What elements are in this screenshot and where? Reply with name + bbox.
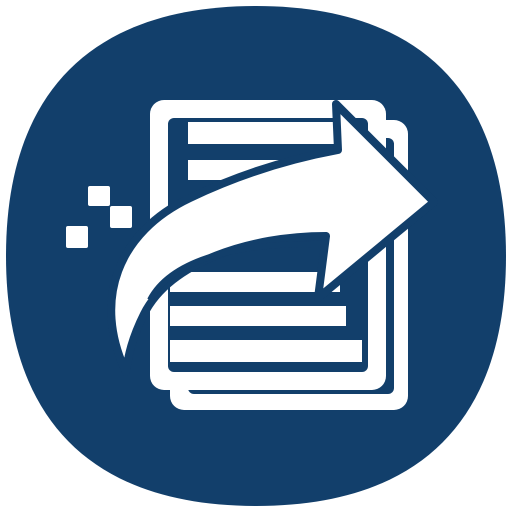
doc-line-4 [170, 306, 346, 326]
share-file-app-icon[interactable] [0, 0, 512, 512]
doc-line-1 [188, 122, 350, 144]
doc-line-3 [170, 272, 340, 292]
share-file-icon [6, 6, 506, 506]
doc-line-5 [170, 340, 362, 362]
